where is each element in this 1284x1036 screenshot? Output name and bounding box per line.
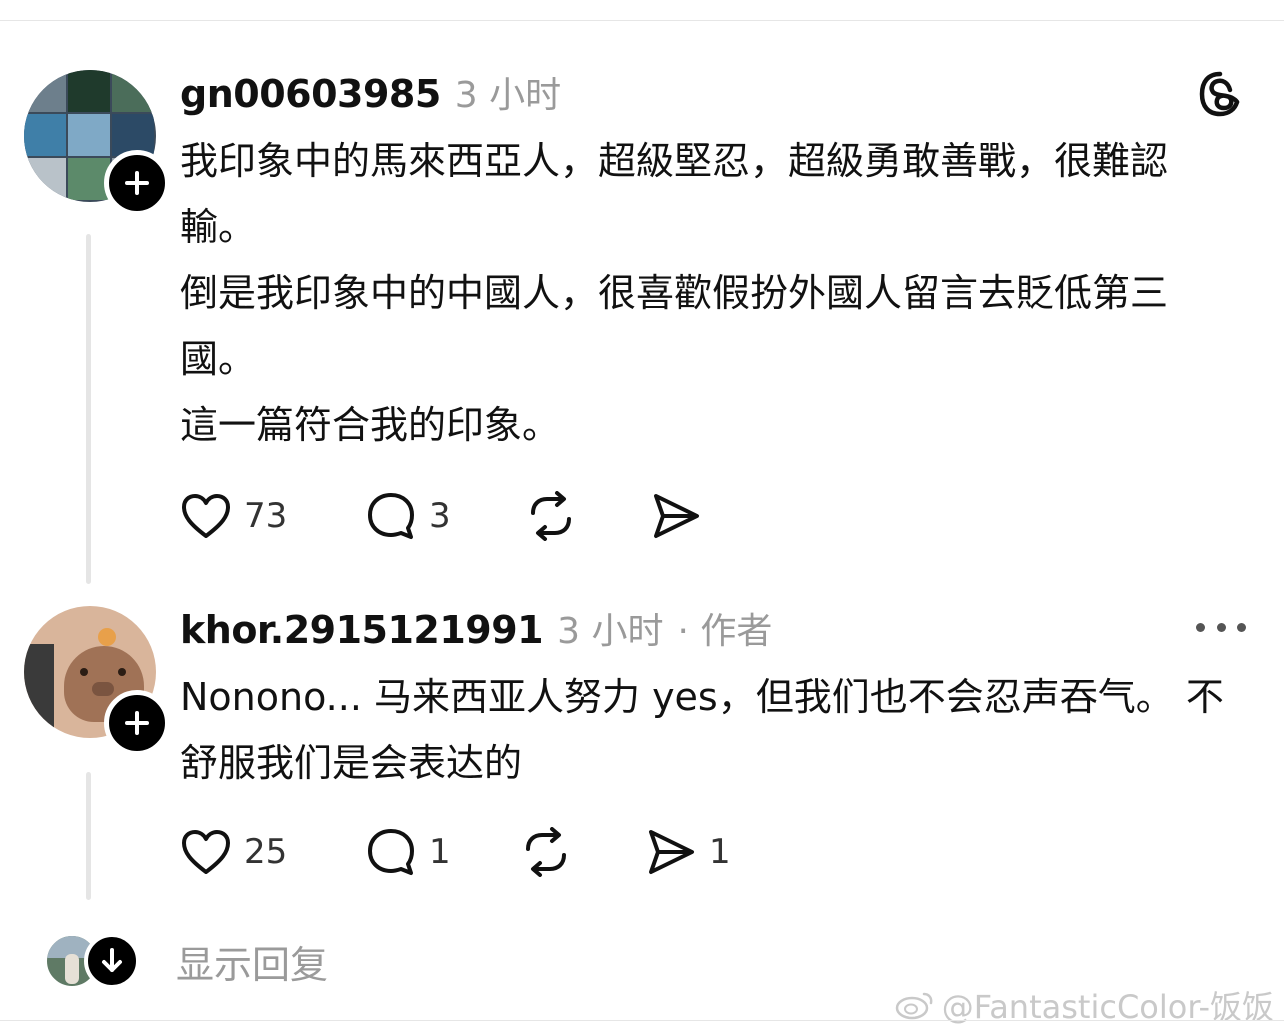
author-tag: · 作者 — [677, 611, 773, 652]
show-replies-button[interactable]: 显示回复 — [44, 932, 328, 990]
post-body: Nonono... 马来西亚人努力 yes，但我们也不会忍声吞气。 不舒服我们是… — [180, 664, 1240, 796]
like-count: 73 — [244, 496, 288, 536]
share-count: 1 — [709, 832, 731, 872]
show-replies-label: 显示回复 — [176, 942, 329, 987]
share-button[interactable] — [650, 490, 710, 542]
comment-bubble-icon — [368, 829, 414, 875]
comment-count: 3 — [429, 496, 451, 536]
watermark: @FantasticColor-饭饭 — [894, 982, 1274, 1028]
post-actions: 73 3 — [180, 490, 710, 542]
comment-bubble-icon — [368, 493, 414, 539]
top-divider — [0, 20, 1284, 21]
follow-plus-icon[interactable] — [104, 690, 170, 756]
repost-icon — [526, 827, 566, 877]
comment-button[interactable]: 1 — [365, 826, 520, 878]
threads-logo-icon — [1199, 71, 1240, 117]
thread-line — [86, 772, 91, 900]
repost-icon — [531, 491, 571, 541]
send-icon — [654, 494, 699, 538]
arrow-down-icon — [84, 933, 140, 989]
watermark-text: @FantasticColor-饭饭 — [941, 988, 1274, 1026]
repost-button[interactable] — [520, 826, 645, 878]
like-count: 25 — [244, 832, 288, 872]
post-body: 我印象中的馬來西亞人，超級堅忍，超級勇敢善戰，很難認輸。 倒是我印象中的中國人，… — [180, 128, 1240, 458]
heart-icon — [182, 830, 230, 874]
comment-count: 1 — [429, 832, 451, 872]
username[interactable]: gn00603985 — [180, 72, 441, 116]
post-paragraph: 倒是我印象中的中國人，很喜歡假扮外國人留言去貶低第三國。 — [180, 271, 1169, 381]
post-header: khor.2915121991 3 小时 · 作者 — [180, 602, 772, 652]
like-button[interactable]: 73 — [180, 490, 365, 542]
post-paragraph: 我印象中的馬來西亞人，超級堅忍，超級勇敢善戰，很難認輸。 — [180, 139, 1169, 249]
send-icon — [649, 830, 694, 874]
post-paragraph: Nonono... 马来西亚人努力 yes，但我们也不会忍声吞气。 不舒服我们是… — [180, 675, 1224, 785]
post-header: gn00603985 3 小时 — [180, 66, 561, 116]
post-paragraph: 這一篇符合我的印象。 — [180, 403, 561, 447]
share-button[interactable]: 1 — [645, 826, 745, 878]
post-time: 3 小时 — [557, 611, 664, 652]
more-dots-icon[interactable] — [1196, 620, 1246, 634]
post-time: 3 小时 — [454, 75, 562, 116]
post-actions: 25 1 1 — [180, 826, 745, 878]
comment-button[interactable]: 3 — [365, 490, 525, 542]
heart-icon — [182, 494, 230, 538]
repost-button[interactable] — [525, 490, 650, 542]
username[interactable]: khor.2915121991 — [180, 608, 544, 652]
like-button[interactable]: 25 — [180, 826, 365, 878]
weibo-icon — [895, 992, 933, 1020]
bottom-divider — [0, 1020, 1284, 1021]
thread-line — [86, 234, 91, 584]
follow-plus-icon[interactable] — [104, 150, 170, 216]
